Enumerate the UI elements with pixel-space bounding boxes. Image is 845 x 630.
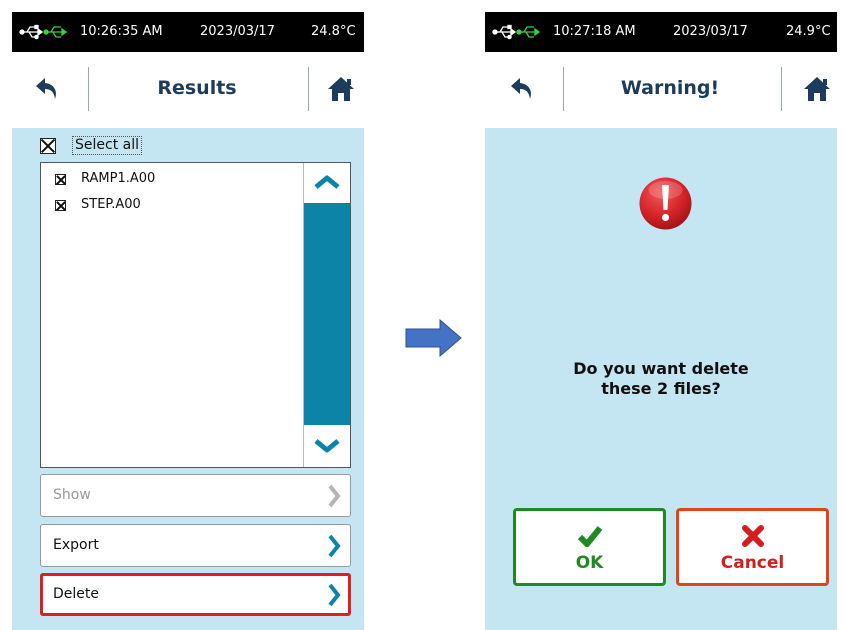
- file-name: RAMP1.A00: [81, 171, 156, 186]
- cancel-button-label: Cancel: [720, 553, 785, 573]
- usb-icon: [19, 24, 68, 40]
- status-bar: 10:27:18 AM 2023/03/17 24.9°C: [485, 12, 837, 52]
- warning-message-line: these 2 files?: [601, 379, 721, 398]
- status-date: 2023/03/17: [200, 24, 275, 39]
- cancel-button[interactable]: Cancel: [676, 508, 829, 586]
- header-divider: [563, 67, 564, 111]
- screen-header: Results: [12, 52, 364, 127]
- results-content: Select all RAMP1.A00 STEP.A00 Show Expor…: [12, 128, 364, 630]
- header-divider: [88, 67, 89, 111]
- warning-content: Do you want delete these 2 files? OK Can…: [485, 128, 837, 630]
- chevron-right-icon: [328, 583, 341, 607]
- checkbox-checked-icon[interactable]: [55, 200, 66, 211]
- home-icon[interactable]: [326, 74, 356, 104]
- status-bar: 10:26:35 AM 2023/03/17 24.8°C: [12, 12, 364, 52]
- file-list: RAMP1.A00 STEP.A00: [40, 162, 351, 468]
- status-time: 10:26:35 AM: [80, 24, 163, 39]
- warning-screen: 10:27:18 AM 2023/03/17 24.9°C Warning! D…: [485, 12, 837, 630]
- usb-icon: [492, 24, 541, 40]
- checkbox-checked-icon[interactable]: [40, 138, 56, 154]
- scroll-thumb[interactable]: [304, 203, 350, 425]
- show-button-label: Show: [53, 487, 91, 503]
- x-icon: [741, 525, 764, 547]
- select-all-label: Select all: [72, 136, 142, 155]
- ok-button[interactable]: OK: [513, 508, 666, 586]
- warning-exclamation-icon: [639, 177, 692, 230]
- checkbox-checked-icon[interactable]: [55, 174, 66, 185]
- scroll-down-button[interactable]: [304, 427, 350, 465]
- page-title: Results: [157, 77, 237, 99]
- delete-button[interactable]: Delete: [40, 573, 351, 616]
- warning-message-line: Do you want delete: [573, 359, 749, 378]
- chevron-down-icon: [314, 439, 340, 453]
- chevron-right-icon: [328, 484, 341, 508]
- results-screen: 10:26:35 AM 2023/03/17 24.8°C Results Se…: [12, 12, 364, 630]
- export-button-label: Export: [53, 537, 99, 553]
- scrollbar[interactable]: [303, 163, 350, 467]
- header-divider: [781, 67, 782, 111]
- ok-button-label: OK: [575, 553, 604, 573]
- delete-button-label: Delete: [53, 586, 99, 602]
- header-divider: [308, 67, 309, 111]
- export-button[interactable]: Export: [40, 524, 351, 567]
- back-arrow-icon[interactable]: [508, 74, 538, 104]
- checkmark-icon: [577, 526, 602, 547]
- show-button[interactable]: Show: [40, 474, 351, 517]
- home-icon[interactable]: [802, 74, 832, 104]
- chevron-up-icon: [314, 175, 340, 189]
- status-temperature: 24.8°C: [311, 24, 356, 39]
- chevron-right-icon: [328, 534, 341, 558]
- warning-message: Do you want delete these 2 files?: [485, 359, 837, 399]
- status-time: 10:27:18 AM: [553, 24, 636, 39]
- scroll-up-button[interactable]: [304, 163, 350, 201]
- screen-header: Warning!: [485, 52, 837, 127]
- status-temperature: 24.9°C: [786, 24, 831, 39]
- page-title: Warning!: [620, 77, 720, 99]
- status-date: 2023/03/17: [673, 24, 748, 39]
- file-name: STEP.A00: [81, 197, 141, 212]
- back-arrow-icon[interactable]: [33, 74, 63, 104]
- right-arrow-icon: [405, 319, 462, 357]
